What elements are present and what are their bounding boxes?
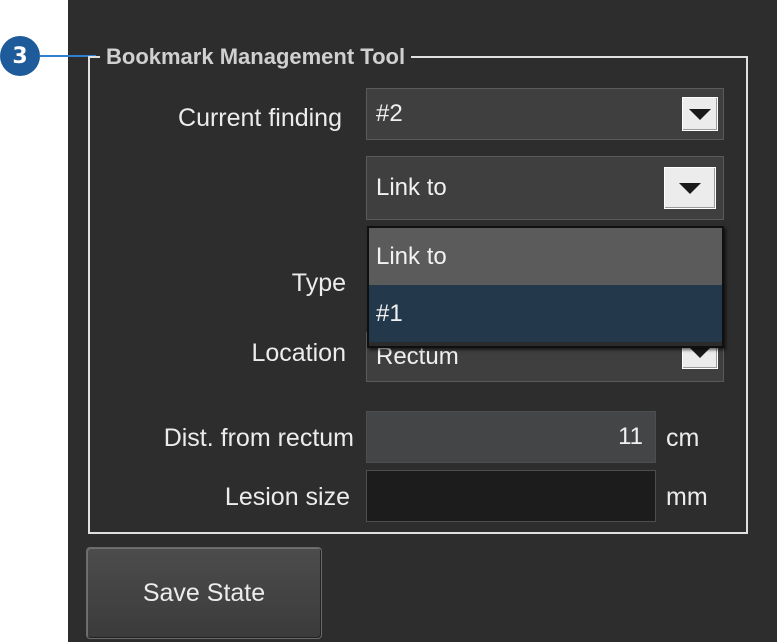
distance-input[interactable]: 11: [366, 411, 656, 463]
option-link-to[interactable]: Link to: [369, 228, 722, 285]
location-label: Location: [251, 339, 346, 367]
distance-unit: cm: [666, 424, 700, 452]
current-finding-value: #2: [376, 100, 403, 127]
callout-number-badge: 3: [0, 36, 40, 76]
link-to-options-popup: Link to #1: [367, 226, 724, 348]
distance-label: Dist. from rectum: [163, 424, 354, 452]
option-1[interactable]: #1: [369, 285, 722, 342]
chevron-down-icon[interactable]: [682, 97, 718, 131]
current-finding-dropdown[interactable]: #2: [366, 88, 724, 140]
group-title: Bookmark Management Tool: [100, 43, 412, 71]
lesion-size-input[interactable]: [366, 470, 656, 522]
type-label: Type: [291, 269, 346, 297]
link-to-dropdown[interactable]: Link to: [366, 156, 724, 220]
save-state-button[interactable]: Save State: [86, 547, 322, 639]
chevron-down-icon[interactable]: [664, 167, 716, 209]
callout-number: 3: [12, 43, 28, 69]
current-finding-label: Current finding: [178, 104, 342, 132]
link-to-value: Link to: [376, 174, 447, 201]
lesion-size-label: Lesion size: [224, 483, 350, 511]
lesion-size-unit: mm: [666, 483, 708, 511]
